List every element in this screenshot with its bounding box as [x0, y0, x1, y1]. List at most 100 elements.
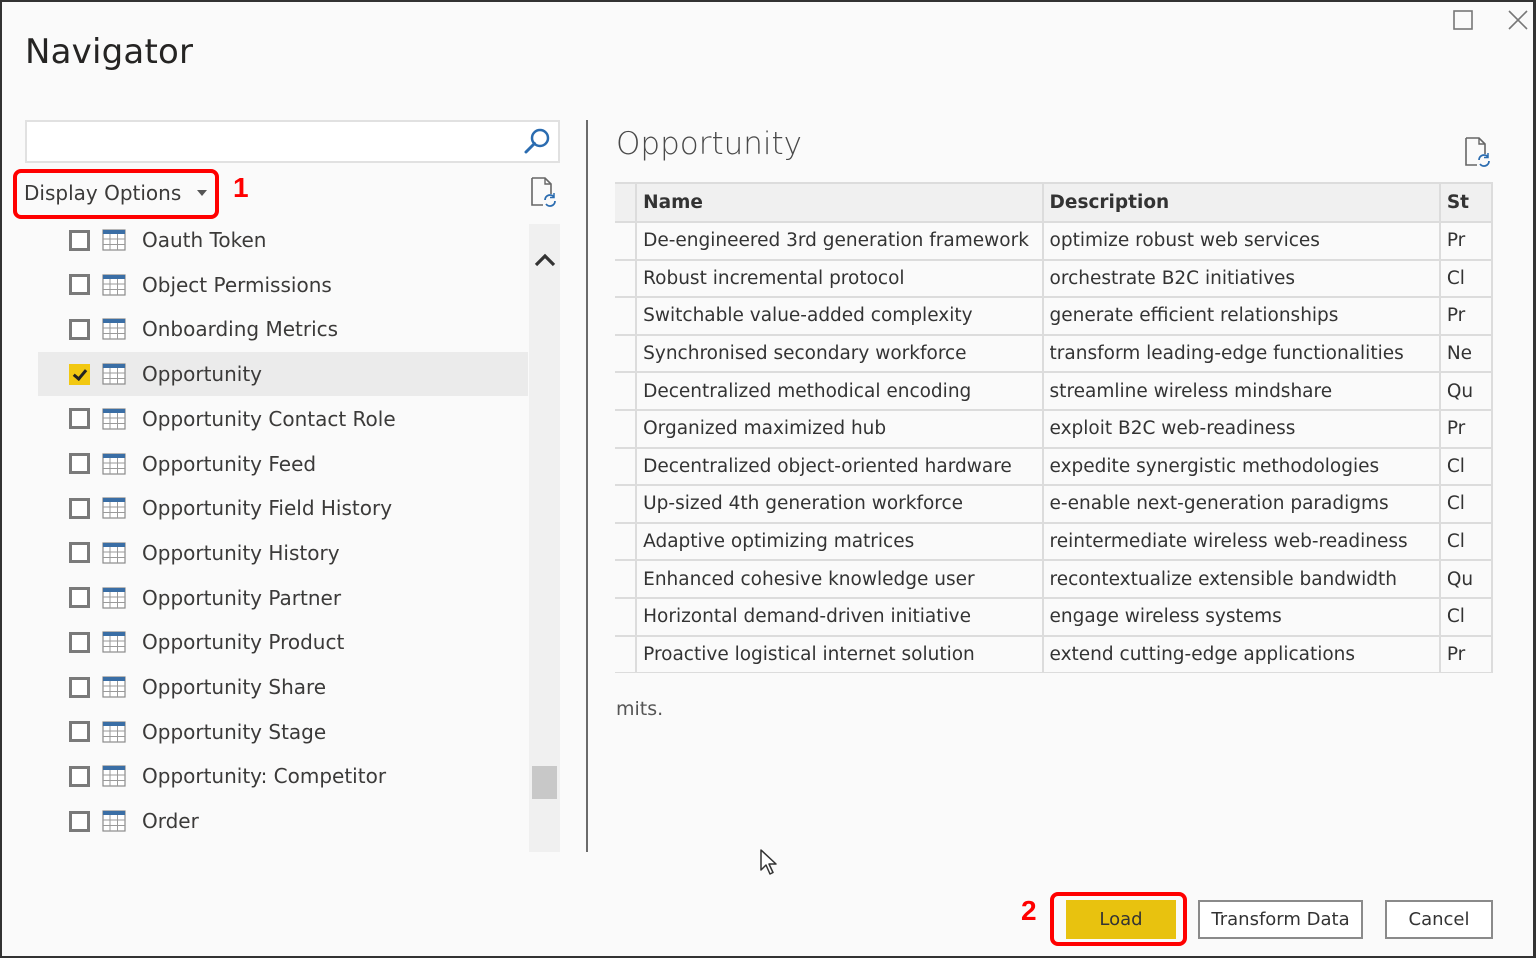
- table-row: Decentralized object-oriented hardware ex…: [615, 447, 1493, 487]
- list-item[interactable]: Opportunity Product: [38, 620, 528, 664]
- checkbox[interactable]: [69, 810, 90, 832]
- table-row: Robust incremental protocol orchestrate B…: [615, 259, 1493, 299]
- checkbox[interactable]: [69, 765, 90, 787]
- preview-table-container: Name Description St De-engineered 3rd ge…: [615, 182, 1493, 673]
- annotation-highlight-1: [13, 169, 219, 219]
- column-header-description[interactable]: Description: [1041, 182, 1441, 223]
- list-item-label: Opportunity History: [142, 540, 340, 565]
- list-scrollbar[interactable]: [529, 224, 560, 852]
- mouse-cursor-icon: [760, 849, 777, 875]
- list-item-label: Opportunity: Competitor: [142, 764, 387, 789]
- list-item-label: Opportunity Feed: [142, 451, 317, 476]
- table-row: Up-sized 4th generation workforce e-enabl…: [615, 485, 1493, 524]
- cell-stage: Qu: [1438, 372, 1493, 411]
- list-item[interactable]: Opportunity Feed: [38, 442, 528, 486]
- row-index-cell: [615, 222, 638, 261]
- cell-stage: Cl: [1438, 522, 1493, 562]
- row-index-cell: [615, 259, 638, 299]
- list-item[interactable]: Opportunity: [38, 352, 528, 397]
- list-item-label: Opportunity Share: [142, 675, 327, 699]
- table-row: Switchable value-added complexity generat…: [615, 297, 1493, 336]
- cell-stage: Cl: [1438, 259, 1493, 299]
- checkbox[interactable]: [69, 721, 90, 743]
- cell-description: recontextualize extensible bandwidth: [1041, 560, 1441, 599]
- checkbox[interactable]: [69, 453, 90, 474]
- checkbox[interactable]: [69, 318, 90, 340]
- table-icon: [102, 363, 126, 385]
- list-item-label: Object Permissions: [142, 272, 332, 297]
- cell-name: Synchronised secondary workforce: [635, 334, 1044, 374]
- cell-stage: Qu: [1438, 560, 1493, 599]
- cell-name: Decentralized methodical encoding: [635, 372, 1044, 411]
- checkbox[interactable]: [69, 542, 90, 564]
- row-index-cell: [615, 334, 638, 374]
- checkbox[interactable]: [69, 363, 90, 385]
- list-item-label: Opportunity: [142, 362, 263, 387]
- cell-name: Decentralized object-oriented hardware: [635, 447, 1044, 487]
- table-icon: [102, 318, 126, 340]
- cell-name: Switchable value-added complexity: [635, 297, 1044, 336]
- table-row: Proactive logistical internet solution ex…: [615, 635, 1493, 673]
- table-row: Synchronised secondary workforce transfor…: [615, 334, 1493, 374]
- row-index-cell: [615, 372, 638, 411]
- preview-title: Opportunity: [616, 126, 803, 162]
- preview-table: Name Description St De-engineered 3rd ge…: [615, 182, 1493, 673]
- list-item[interactable]: Order: [38, 799, 528, 843]
- checkbox[interactable]: [69, 274, 90, 296]
- close-icon[interactable]: [1506, 8, 1530, 32]
- checkbox[interactable]: [69, 587, 90, 609]
- list-item[interactable]: Opportunity History: [38, 531, 528, 575]
- cell-name: Adaptive optimizing matrices: [635, 522, 1044, 562]
- dialog-title: Navigator: [25, 32, 194, 72]
- list-item[interactable]: Opportunity Stage: [38, 710, 528, 754]
- cancel-button[interactable]: Cancel: [1385, 900, 1493, 939]
- list-item[interactable]: Onboarding Metrics: [38, 307, 528, 351]
- cell-stage: Pr: [1438, 409, 1493, 449]
- search-field[interactable]: [25, 120, 560, 163]
- list-item[interactable]: Opportunity: Competitor: [38, 754, 528, 798]
- cell-name: Up-sized 4th generation workforce: [635, 485, 1044, 524]
- row-index-cell: [615, 447, 638, 487]
- cell-description: streamline wireless mindshare: [1041, 372, 1441, 411]
- search-icon[interactable]: [522, 126, 552, 156]
- table-header-row: Name Description St: [615, 182, 1493, 223]
- navigator-dialog: Navigator Display Options 1 Oauth Token O…: [0, 0, 1536, 958]
- cell-description: optimize robust web services: [1041, 222, 1441, 261]
- row-index-cell: [615, 522, 638, 562]
- cell-description: e-enable next-generation paradigms: [1041, 485, 1441, 524]
- checkbox[interactable]: [69, 229, 90, 251]
- checkbox[interactable]: [69, 676, 90, 698]
- row-index-cell: [615, 485, 638, 524]
- maximize-icon[interactable]: [1451, 8, 1475, 32]
- table-row: Enhanced cohesive knowledge user recontex…: [615, 560, 1493, 599]
- chevron-up-icon[interactable]: [533, 250, 557, 270]
- search-input[interactable]: [27, 122, 507, 160]
- list-item[interactable]: Oauth Token: [38, 218, 528, 262]
- load-button[interactable]: Load: [1066, 900, 1176, 939]
- annotation-number-2: 2: [1021, 895, 1037, 926]
- table-icon: [102, 408, 126, 430]
- list-item[interactable]: Opportunity Field History: [38, 486, 528, 530]
- cell-description: transform leading-edge functionalities: [1041, 334, 1441, 374]
- list-item-label: Oauth Token: [142, 228, 267, 252]
- list-item[interactable]: Opportunity Share: [38, 665, 528, 709]
- checkbox[interactable]: [69, 631, 90, 653]
- table-icon: [102, 721, 126, 743]
- list-item-label: Opportunity Contact Role: [142, 406, 396, 431]
- cell-stage: Ne: [1438, 334, 1493, 374]
- list-item[interactable]: Opportunity Partner: [38, 576, 528, 620]
- table-icon: [102, 631, 126, 653]
- cell-name: De-engineered 3rd generation framework: [635, 222, 1044, 261]
- column-header-name[interactable]: Name: [635, 182, 1044, 223]
- checkbox[interactable]: [69, 408, 90, 430]
- list-item[interactable]: Object Permissions: [38, 263, 528, 307]
- table-icon: [102, 542, 126, 564]
- scrollbar-thumb[interactable]: [532, 766, 557, 799]
- transform-data-button[interactable]: Transform Data: [1198, 900, 1363, 939]
- column-header-stage[interactable]: St: [1438, 182, 1493, 223]
- refresh-icon[interactable]: [529, 176, 557, 208]
- refresh-preview-icon[interactable]: [1463, 136, 1491, 168]
- list-item[interactable]: Opportunity Contact Role: [38, 397, 528, 441]
- cell-stage: Cl: [1438, 447, 1493, 487]
- checkbox[interactable]: [69, 497, 90, 519]
